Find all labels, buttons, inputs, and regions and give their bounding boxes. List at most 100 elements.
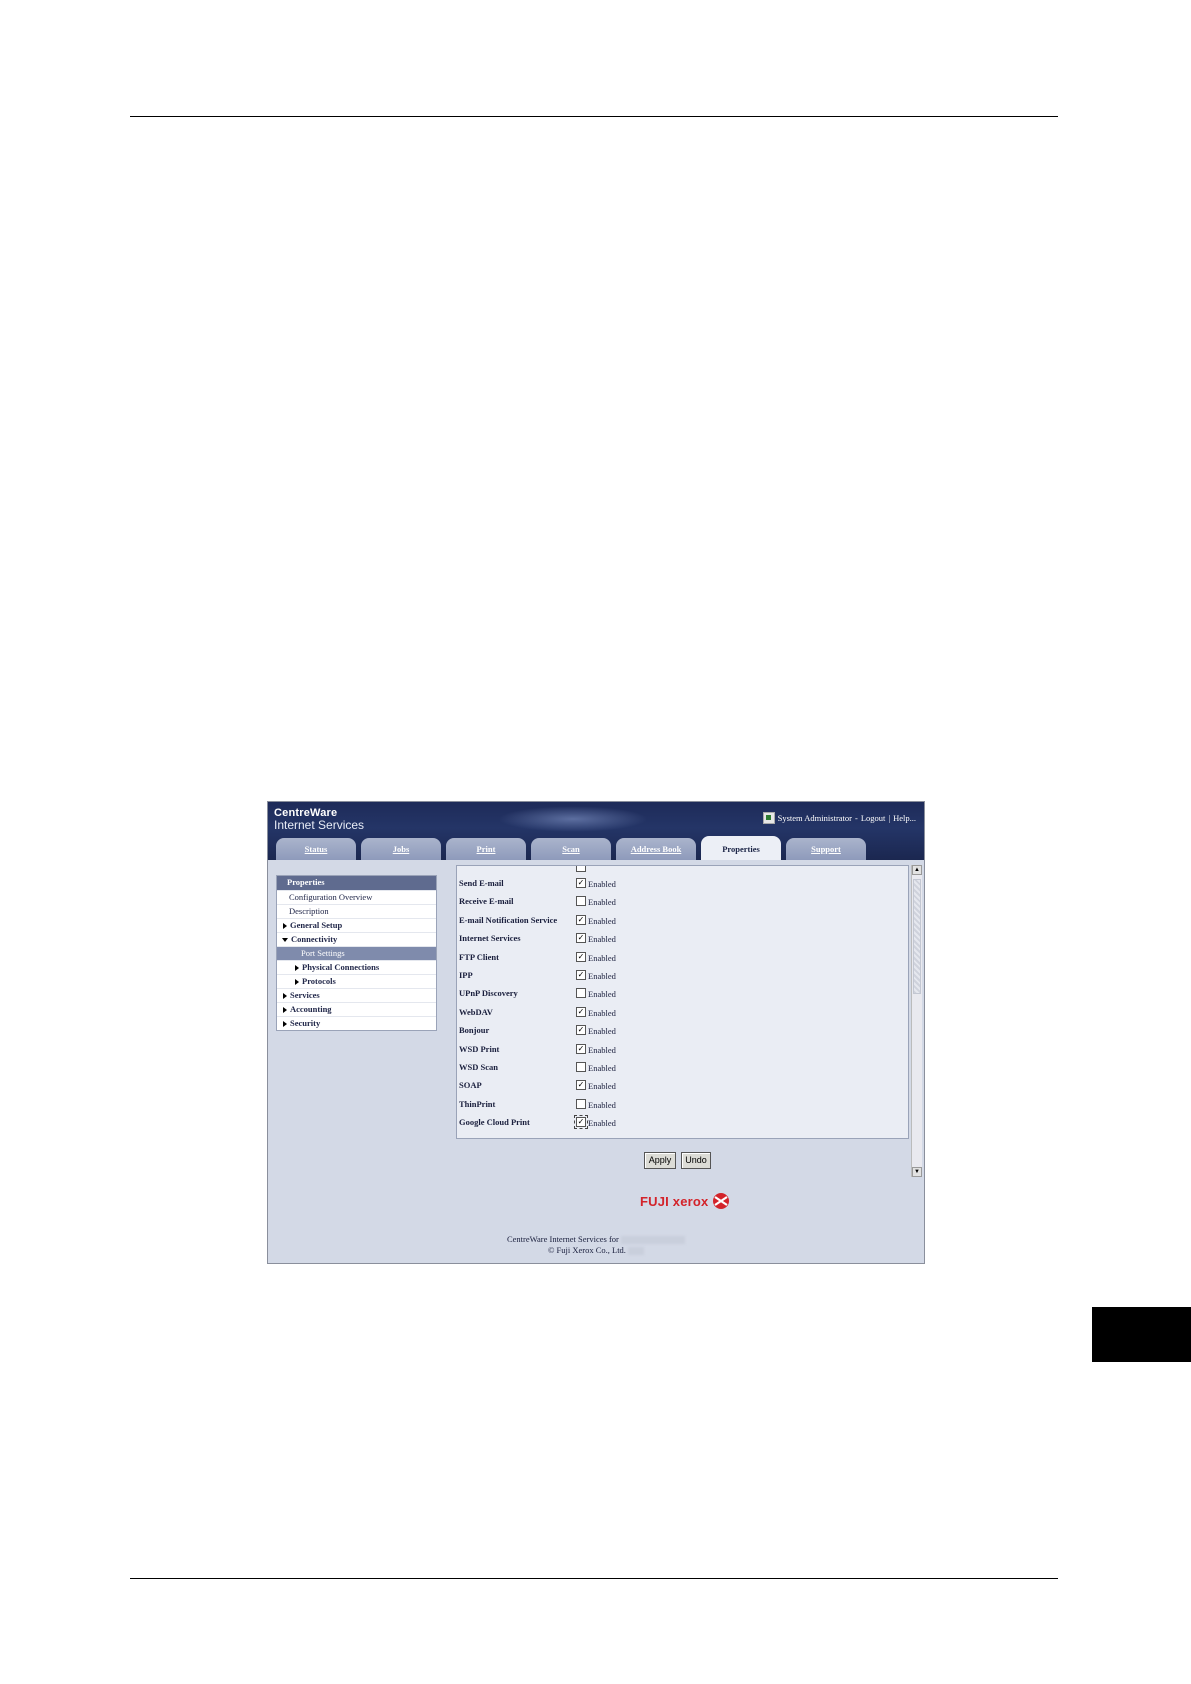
enabled-checkbox[interactable]: ✓ [574, 1115, 588, 1130]
vertical-scrollbar[interactable]: ▲ ▼ [911, 865, 922, 1177]
fuji-xerox-logo: FUJI xerox [640, 1192, 730, 1210]
redacted-model-name [621, 1236, 685, 1245]
enabled-label: Enabled [588, 1063, 616, 1073]
port-label: FTP Client [459, 951, 499, 962]
collapse-arrow-icon [282, 938, 288, 943]
footer-text: © Fuji Xerox Co., Ltd. [547, 1245, 626, 1255]
scroll-down-icon[interactable]: ▼ [912, 1167, 922, 1177]
enabled-checkbox[interactable]: ✓ [576, 1080, 586, 1091]
nav-title: Properties [277, 876, 436, 890]
enabled-checkbox[interactable] [576, 896, 586, 907]
browser-screenshot: CentreWare Internet Services System Admi… [267, 801, 925, 1264]
enabled-label: Enabled [588, 879, 616, 889]
enabled-checkbox[interactable]: ✓ [576, 970, 586, 980]
redacted-year [628, 1247, 645, 1256]
port-label: IPP [459, 970, 473, 980]
apply-button[interactable]: Apply [644, 1152, 676, 1169]
nav-item-accounting[interactable]: Accounting [277, 1002, 436, 1016]
nav-item-label: Accounting [290, 1004, 332, 1014]
enabled-checkbox[interactable]: ✓ [576, 914, 586, 925]
scroll-thumb[interactable] [913, 879, 921, 994]
link-separator: | [888, 813, 891, 823]
expand-arrow-icon [295, 965, 299, 972]
port-label: WSD Print [459, 1043, 500, 1054]
tab-properties[interactable]: Properties [701, 836, 781, 860]
port-label: Send E-mail [459, 878, 504, 888]
main-tabs: Status Jobs Print Scan Address Book Prop… [276, 836, 871, 860]
nav-item-configuration-overview[interactable]: Configuration Overview [277, 890, 436, 904]
nav-item-label: Security [290, 1018, 321, 1028]
nav-item-label: Services [290, 990, 320, 1000]
enabled-label: Enabled [588, 934, 616, 945]
logout-link[interactable]: Logout [861, 813, 886, 823]
nav-item-protocols[interactable]: Protocols [277, 974, 436, 988]
port-label: E-mail Notification Service [459, 914, 558, 925]
tab-jobs[interactable]: Jobs [361, 838, 441, 860]
enabled-label: Enabled [588, 1044, 616, 1055]
enabled-checkbox[interactable] [576, 988, 586, 999]
nav-item-connectivity[interactable]: Connectivity [277, 932, 436, 946]
enabled-checkbox[interactable] [576, 1098, 586, 1109]
nav-item-general-setup[interactable]: General Setup [277, 918, 436, 932]
port-label: Internet Services [459, 933, 521, 944]
enabled-label: Enabled [588, 1118, 616, 1129]
port-row: E-mail Notification Service ✓ Enabled [459, 914, 899, 931]
nav-item-physical-connections[interactable]: Physical Connections [277, 960, 436, 974]
port-label: Bonjour [459, 1025, 490, 1036]
footer-product-line: CentreWare Internet Services for [268, 1234, 924, 1245]
enabled-label: Enabled [588, 915, 616, 926]
properties-nav: Properties Configuration Overview Descri… [276, 875, 437, 1031]
port-label: Receive E-mail [459, 896, 514, 907]
nav-item-security[interactable]: Security [277, 1016, 436, 1030]
logo-text: FUJI xerox [640, 1193, 709, 1209]
nav-item-label: General Setup [290, 920, 343, 930]
scroll-up-icon[interactable]: ▲ [912, 865, 922, 875]
port-label: Google Cloud Print [459, 1117, 530, 1128]
enabled-checkbox[interactable]: ✓ [576, 1006, 586, 1017]
nav-item-label: Physical Connections [302, 962, 380, 972]
nav-item-label: Description [289, 906, 329, 916]
app-brand-subtitle: Internet Services [274, 818, 365, 832]
nav-item-services[interactable]: Services [277, 988, 436, 1002]
expand-arrow-icon [283, 993, 287, 1000]
enabled-checkbox[interactable]: ✓ [576, 933, 586, 944]
tab-status[interactable]: Status [276, 838, 356, 860]
tab-address-book[interactable]: Address Book [616, 838, 696, 860]
enabled-label: Enabled [588, 1099, 616, 1110]
port-row: IPP ✓ Enabled [459, 970, 899, 986]
port-row: Bonjour ✓ Enabled [459, 1025, 899, 1041]
port-checkbox[interactable] [576, 866, 586, 872]
help-link[interactable]: Help... [893, 813, 916, 823]
chapter-index-tab [1092, 1307, 1191, 1362]
expand-arrow-icon [295, 979, 299, 986]
enabled-checkbox[interactable] [576, 1062, 586, 1072]
nav-item-description[interactable]: Description [277, 904, 436, 918]
enabled-checkbox[interactable]: ✓ [576, 878, 586, 888]
user-separator: - [854, 813, 858, 823]
enabled-label: Enabled [588, 989, 616, 1000]
port-label: SOAP [459, 1080, 482, 1091]
nav-item-port-settings[interactable]: Port Settings [277, 946, 436, 960]
port-row: SOAP ✓ Enabled [459, 1080, 899, 1096]
nav-item-label: Connectivity [291, 934, 338, 944]
enabled-checkbox[interactable]: ✓ [576, 1025, 586, 1036]
port-row: Send E-mail ✓ Enabled [459, 878, 899, 894]
enabled-checkbox[interactable]: ✓ [576, 951, 586, 962]
nav-item-label: Configuration Overview [289, 892, 373, 902]
user-bar: System Administrator - Logout | Help... [762, 812, 916, 824]
tab-scan[interactable]: Scan [531, 838, 611, 860]
tab-print[interactable]: Print [446, 838, 526, 860]
tab-support[interactable]: Support [786, 838, 866, 860]
port-row: Google Cloud Print ✓ Enabled [459, 1115, 899, 1133]
port-row [459, 866, 899, 878]
port-row: Receive E-mail Enabled [459, 896, 899, 912]
enabled-label: Enabled [588, 971, 616, 981]
page-bottom-rule [130, 1578, 1058, 1579]
enabled-checkbox[interactable]: ✓ [576, 1043, 586, 1054]
expand-arrow-icon [283, 923, 287, 930]
port-row: WebDAV ✓ Enabled [459, 1006, 899, 1023]
user-icon [762, 812, 775, 824]
undo-button[interactable]: Undo [681, 1152, 711, 1169]
footer-copyright: © Fuji Xerox Co., Ltd. [268, 1245, 924, 1256]
enabled-label: Enabled [588, 897, 616, 908]
